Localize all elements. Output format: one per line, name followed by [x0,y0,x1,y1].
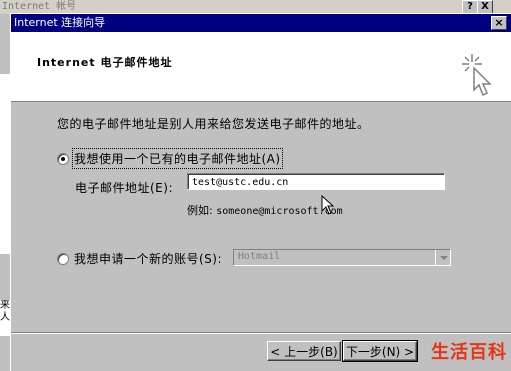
watermark-logo: 生活百科 [431,342,507,363]
mouse-pointer-icon [321,195,335,215]
provider-select[interactable]: Hotmail [233,249,451,266]
background-window-title: Internet 帐号 [0,0,511,14]
background-close-button[interactable]: X [477,0,493,14]
email-example: 例如: someone@microsoft.com [187,202,343,218]
back-button[interactable]: < 上一步(B) [267,341,341,361]
wizard-header: Internet 电子邮件地址 [11,32,511,102]
radio-new-account[interactable] [57,252,69,265]
email-field-label: 电子邮件地址(E): [75,181,173,195]
connection-wizard-dialog: Internet 连接向导 × Internet 电子邮件地址 您的电子邮件地址… [10,13,511,371]
option-existing-address[interactable]: 我想使用一个已有的电子邮件地址(A) [57,148,283,169]
option-new-account-label[interactable]: 我想申请一个新的账号(S): [74,250,222,267]
radio-existing-address[interactable] [57,152,69,165]
background-side-text: 来人 [0,300,10,336]
next-button[interactable]: 下一步(N) > [342,340,418,362]
wizard-body: 您的电子邮件地址是别人用来给您发送电子邮件的地址。 我想使用一个已有的电子邮件地… [11,104,511,334]
email-field[interactable]: test@ustc.edu.cn [187,173,445,190]
option-new-account[interactable]: 我想申请一个新的账号(S): [57,250,222,267]
option-existing-address-label[interactable]: 我想使用一个已有的电子邮件地址(A) [72,148,283,169]
help-button[interactable]: ? [462,0,478,14]
dialog-close-button[interactable]: × [491,16,507,30]
example-prefix: 例如: [187,204,213,217]
provider-select-value: Hotmail [238,251,281,262]
dialog-title: Internet 连接向导 [14,16,106,29]
intro-text: 您的电子邮件地址是别人用来给您发送电子邮件的地址。 [57,117,370,131]
dialog-title-bar: Internet 连接向导 × [11,14,511,32]
wizard-sparkle-cursor-icon [462,54,492,97]
background-left-strip: 来人 [0,14,10,370]
chevron-down-icon[interactable] [435,250,450,265]
page-heading: Internet 电子邮件地址 [37,56,173,69]
